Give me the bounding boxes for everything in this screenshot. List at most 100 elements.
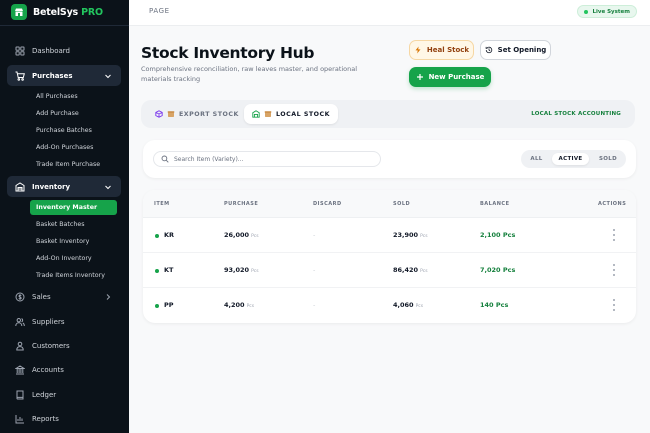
chart-icon bbox=[15, 414, 24, 423]
sidebar-item-label: Ledger bbox=[32, 390, 57, 399]
sidebar-item-label: Dashboard bbox=[32, 46, 70, 55]
sold-qty: 86,420 Pcs bbox=[393, 266, 428, 274]
sidebar-item-ledger[interactable]: Ledger bbox=[7, 384, 121, 405]
purchase-qty: 93,020 Pcs bbox=[224, 266, 259, 274]
sidebar-subitem-all-purchases[interactable]: All Purchases bbox=[36, 91, 78, 103]
tab-export-stock[interactable]: EXPORT STOCK bbox=[147, 104, 247, 124]
table-row[interactable]: KR 26,000 Pcs - 23,900 Pcs 2,100 Pcs bbox=[143, 218, 636, 253]
discard-qty: - bbox=[313, 231, 316, 239]
sidebar-item-dashboard[interactable]: Dashboard bbox=[7, 40, 121, 61]
package-icon bbox=[264, 111, 272, 117]
brand[interactable]: BetelSys PRO bbox=[11, 4, 103, 20]
plus-icon bbox=[416, 74, 423, 80]
sidebar-item-customers[interactable]: Customers bbox=[7, 335, 121, 356]
sidebar-subitem-basket-batches[interactable]: Basket Batches bbox=[36, 219, 84, 231]
sidebar-subitem-add-on-purchases[interactable]: Add-On Purchases bbox=[36, 142, 93, 154]
sidebar-item-accounts[interactable]: Accounts bbox=[7, 359, 121, 380]
search-card: ALL ACTIVE SOLD bbox=[143, 140, 636, 178]
sidebar-item-sales[interactable]: Sales bbox=[7, 286, 121, 307]
item-name: KT bbox=[164, 266, 174, 274]
user-group-icon bbox=[16, 341, 24, 350]
more-actions-icon[interactable] bbox=[611, 229, 617, 241]
status-dot-icon bbox=[155, 304, 159, 308]
sidebar-divider bbox=[0, 25, 129, 26]
set-opening-button[interactable]: Set Opening bbox=[480, 40, 551, 60]
sidebar-item-label: Purchases bbox=[32, 71, 73, 80]
filter-sold[interactable]: SOLD bbox=[594, 153, 622, 165]
more-actions-icon[interactable] bbox=[611, 299, 617, 311]
chevron-right-icon bbox=[106, 293, 111, 300]
more-actions-icon[interactable] bbox=[611, 264, 617, 276]
warehouse-icon bbox=[252, 110, 260, 118]
sidebar-subitem-basket-inventory[interactable]: Basket Inventory bbox=[36, 236, 89, 248]
grid-icon bbox=[15, 46, 25, 56]
chevron-down-icon bbox=[105, 185, 111, 189]
heal-stock-button[interactable]: Heal Stock bbox=[409, 40, 474, 60]
cart-icon bbox=[15, 71, 25, 81]
heal-stock-label: Heal Stock bbox=[426, 46, 470, 54]
search-icon bbox=[161, 155, 169, 163]
stock-tabs: EXPORT STOCK LOCAL STOCK LOCAL STOCK ACC… bbox=[141, 100, 635, 128]
sidebar-item-label: Inventory bbox=[32, 182, 71, 191]
sidebar-subitem-purchase-batches[interactable]: Purchase Batches bbox=[36, 125, 92, 137]
bank-icon bbox=[15, 364, 25, 374]
tab-label: LOCAL STOCK bbox=[276, 110, 331, 118]
sidebar-item-suppliers[interactable]: Suppliers bbox=[7, 311, 121, 332]
purchase-qty: 4,200 Pcs bbox=[224, 301, 255, 309]
sidebar-item-inventory[interactable]: Inventory bbox=[7, 176, 121, 197]
warehouse-icon bbox=[15, 181, 25, 191]
column-header-discard: DISCARD bbox=[313, 201, 342, 207]
sidebar-subitem-add-purchase[interactable]: Add Purchase bbox=[36, 108, 79, 120]
balance-qty: 2,100 Pcs bbox=[480, 231, 516, 239]
live-dot-icon bbox=[584, 9, 589, 14]
breadcrumb: PAGE bbox=[149, 7, 170, 15]
column-header-actions: ACTIONS bbox=[598, 201, 627, 207]
dollar-icon bbox=[15, 292, 25, 301]
set-opening-label: Set Opening bbox=[497, 46, 547, 54]
sidebar-item-purchases[interactable]: Purchases bbox=[7, 65, 121, 86]
balance-qty: 7,020 Pcs bbox=[480, 266, 516, 274]
item-name: PP bbox=[164, 301, 174, 309]
status-dot-icon bbox=[155, 269, 159, 273]
column-header-sold: SOLD bbox=[393, 201, 411, 207]
discard-qty: - bbox=[313, 266, 316, 274]
tab-context-note: LOCAL STOCK ACCOUNTING bbox=[531, 111, 621, 117]
top-bar: PAGE Live System bbox=[129, 0, 650, 26]
filter-all[interactable]: ALL bbox=[525, 153, 548, 165]
table-header: ITEM PURCHASE DISCARD SOLD BALANCE ACTIO… bbox=[143, 190, 636, 218]
new-purchase-button[interactable]: New Purchase bbox=[409, 67, 491, 87]
users-icon bbox=[15, 317, 25, 326]
filter-active[interactable]: ACTIVE bbox=[552, 153, 589, 165]
tab-local-stock[interactable]: LOCAL STOCK bbox=[244, 104, 339, 124]
status-text: Live System bbox=[592, 8, 630, 15]
brand-name: BetelSys PRO bbox=[33, 6, 103, 18]
sold-qty: 23,900 Pcs bbox=[393, 231, 428, 239]
purchase-qty: 26,000 Pcs bbox=[224, 231, 259, 239]
search-input[interactable] bbox=[174, 155, 374, 163]
table-row[interactable]: PP 4,200 Pcs - 4,060 Pcs 140 Pcs bbox=[143, 288, 636, 323]
sidebar-subitem-trade-items-inventory[interactable]: Trade Items Inventory bbox=[36, 270, 105, 282]
sidebar-subitem-inventory-master[interactable]: Inventory Master bbox=[30, 200, 117, 215]
sidebar-subitem-trade-item-purchase[interactable]: Trade Item Purchase bbox=[36, 159, 100, 171]
book-icon bbox=[16, 390, 24, 399]
search-box[interactable] bbox=[153, 151, 381, 167]
sidebar-item-reports[interactable]: Reports bbox=[7, 408, 121, 429]
table-row[interactable]: KT 93,020 Pcs - 86,420 Pcs 7,020 Pcs bbox=[143, 253, 636, 288]
store-icon bbox=[11, 4, 27, 20]
sold-qty: 4,060 Pcs bbox=[393, 301, 424, 309]
sidebar-subitem-add-on-inventory[interactable]: Add-On Inventory bbox=[36, 253, 92, 265]
package-icon bbox=[167, 111, 175, 117]
sidebar-item-label: Suppliers bbox=[32, 317, 65, 326]
brand-suffix: PRO bbox=[81, 6, 103, 18]
inventory-table: ITEM PURCHASE DISCARD SOLD BALANCE ACTIO… bbox=[143, 190, 636, 323]
sidebar-item-label: Customers bbox=[32, 341, 70, 350]
sidebar-item-label: Accounts bbox=[32, 365, 64, 374]
column-header-item: ITEM bbox=[154, 201, 170, 207]
history-icon bbox=[485, 46, 492, 54]
balance-qty: 140 Pcs bbox=[480, 301, 509, 309]
chevron-down-icon bbox=[105, 74, 111, 78]
column-header-purchase: PURCHASE bbox=[224, 201, 259, 207]
status-dot-icon bbox=[155, 234, 159, 238]
bolt-icon bbox=[415, 46, 421, 54]
page-subtitle: Comprehensive reconciliation, raw leaves… bbox=[141, 65, 358, 83]
